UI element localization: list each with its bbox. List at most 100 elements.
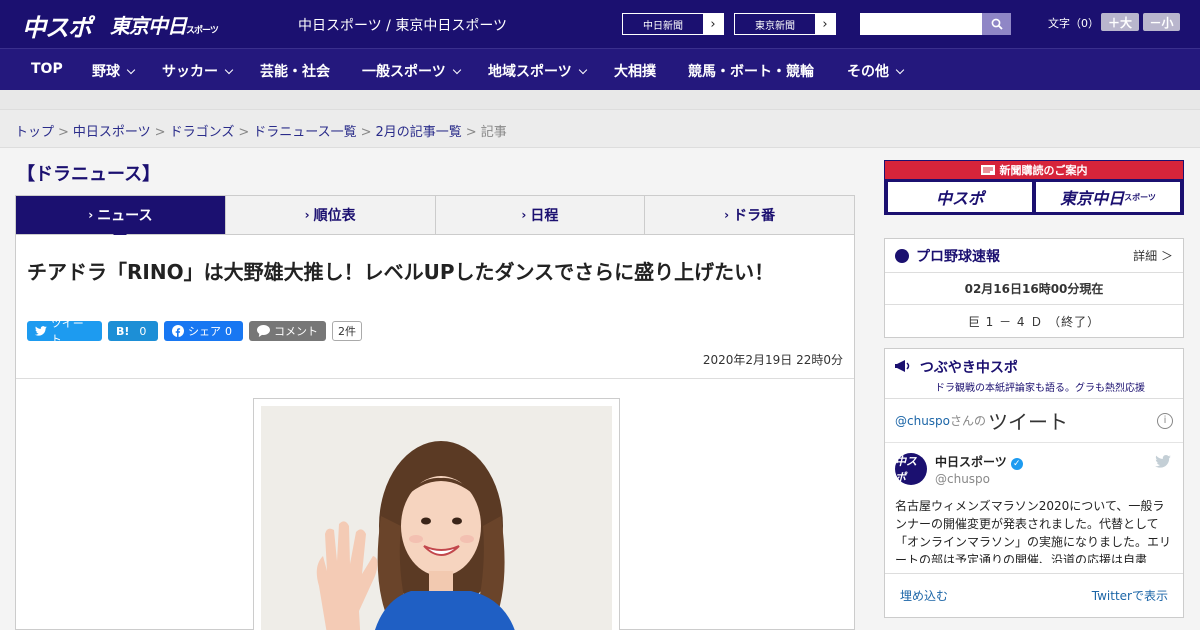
site-links[interactable]: 中日スポーツ / 東京中日スポーツ bbox=[298, 15, 507, 35]
tab-schedule[interactable]: › 日程 bbox=[436, 196, 646, 234]
nav-label: その他 bbox=[847, 64, 889, 80]
nav-item-soccer[interactable]: サッカー bbox=[162, 61, 234, 81]
chuspo-logo[interactable]: 中スポ bbox=[22, 8, 92, 43]
article-headline: チアドラ「RINO」は大野雄大推し！レベルUPしたダンスでさらに盛り上げたい！ bbox=[27, 260, 775, 284]
search-button[interactable] bbox=[982, 13, 1011, 35]
tokyo-chunichi-logo-small: スポーツ bbox=[186, 26, 219, 36]
nav-item-keiba[interactable]: 競馬・ボート・競輪 bbox=[688, 61, 814, 81]
subscription-title-text: 新聞購読のご案内 bbox=[999, 164, 1088, 177]
facebook-label: シェア bbox=[188, 325, 221, 338]
hatena-count: 0 bbox=[139, 324, 147, 338]
tokyo-chunichi-subscribe-button[interactable]: 東京中日 スポーツ bbox=[1036, 182, 1180, 212]
twitter-handle-link[interactable]: @chuspo bbox=[895, 414, 950, 428]
newspaper-icon bbox=[980, 165, 995, 175]
tab-label: 順位表 bbox=[313, 208, 356, 224]
nav-item-other[interactable]: その他 bbox=[847, 61, 905, 81]
tsubuyaki-header: つぶやき中スポ ドラ観戦の本紙評論家も語る。グラも熱烈応援 bbox=[885, 349, 1183, 399]
nav-item-baseball[interactable]: 野球 bbox=[92, 61, 136, 81]
hatena-bookmark-button[interactable]: B! 0 bbox=[108, 321, 158, 341]
subscription-options: 中スポ 東京中日 スポーツ bbox=[885, 179, 1183, 215]
handle-suffix: さんの bbox=[950, 414, 987, 428]
article-card: チアドラ「RINO」は大野雄大推し！レベルUPしたダンスでさらに盛り上げたい！ … bbox=[15, 235, 855, 630]
article-divider bbox=[16, 378, 854, 379]
tab-standings[interactable]: › 順位表 bbox=[226, 196, 436, 234]
breadcrumb-separator: > bbox=[58, 125, 69, 140]
speech-bubble-icon bbox=[257, 325, 270, 337]
tweet-text: 名古屋ウィメンズマラソン2020について、一般ランナーの開催変更が発表されました… bbox=[895, 499, 1172, 563]
chevron-down-icon bbox=[224, 65, 234, 75]
font-smaller-button[interactable]: －小 bbox=[1143, 13, 1180, 31]
chevron-down-icon bbox=[452, 65, 461, 75]
chuspo-subscribe-button[interactable]: 中スポ bbox=[888, 182, 1032, 212]
search-input[interactable] bbox=[860, 13, 982, 35]
tweet-author-name[interactable]: 中日スポーツ bbox=[935, 455, 1007, 469]
nav-item-general-sports[interactable]: 一般スポーツ bbox=[362, 61, 461, 81]
tokyo-shimbun-button[interactable]: 東京新聞 › bbox=[734, 13, 836, 35]
game-score[interactable]: 巨 1 － 4 Ｄ （終了） bbox=[885, 305, 1183, 338]
nav-label: 大相撲 bbox=[614, 64, 656, 80]
info-icon[interactable]: i bbox=[1157, 412, 1173, 429]
article-photo-frame[interactable] bbox=[253, 398, 620, 630]
comment-button[interactable]: コメント bbox=[249, 321, 326, 341]
chunichi-shimbun-label: 中日新聞 bbox=[643, 20, 683, 32]
comment-label: コメント bbox=[274, 325, 318, 338]
tab-news[interactable]: › ニュース bbox=[16, 196, 226, 241]
baseball-icon bbox=[895, 248, 909, 263]
tweet-author-id[interactable]: @chuspo bbox=[935, 472, 1023, 486]
avatar[interactable]: 中スポ bbox=[895, 453, 927, 485]
tokyo-chunichi-logo-text: 東京中日 bbox=[110, 14, 187, 38]
article-date: 2020年2月19日 22時0分 bbox=[702, 353, 843, 367]
breadcrumb-current: 記事 bbox=[480, 125, 507, 140]
breadcrumb-link[interactable]: ドラゴンズ bbox=[170, 125, 235, 140]
breadcrumb-link[interactable]: トップ bbox=[15, 125, 54, 140]
nav-label: 一般スポーツ bbox=[362, 64, 446, 80]
main-nav: TOP 野球 サッカー 芸能・社会 一般スポーツ 地域スポーツ 大相撲 競馬・ボ… bbox=[0, 48, 1200, 90]
comment-count-badge[interactable]: 2件 bbox=[332, 321, 362, 341]
view-on-twitter-link[interactable]: Twitterで表示 bbox=[1092, 587, 1168, 604]
chevron-right-icon: › bbox=[88, 208, 94, 222]
tab-label: 日程 bbox=[530, 208, 559, 224]
nav-item-entertainment[interactable]: 芸能・社会 bbox=[260, 61, 330, 81]
baseball-details-link[interactable]: 詳細 ＞ bbox=[1133, 247, 1173, 264]
tokyo-chunichi-subscribe-small: スポーツ bbox=[1124, 192, 1156, 202]
verified-badge-icon: ✓ bbox=[1010, 458, 1023, 470]
chevron-down-icon bbox=[126, 65, 136, 75]
tweet-author-name-row: 中日スポーツ ✓ bbox=[935, 453, 1023, 470]
breadcrumb-link[interactable]: 2月の記事一覧 bbox=[376, 125, 462, 140]
subscription-title: 新聞購読のご案内 bbox=[885, 161, 1183, 179]
tab-reporter[interactable]: › ドラ番 bbox=[645, 196, 854, 234]
baseball-widget-header: プロ野球速報 詳細 ＞ bbox=[885, 239, 1183, 273]
tokyo-shimbun-label: 東京新聞 bbox=[755, 20, 795, 32]
chevron-down-icon bbox=[578, 65, 587, 75]
chevron-right-icon: › bbox=[815, 14, 835, 34]
subscription-banner[interactable]: 新聞購読のご案内 中スポ 東京中日 スポーツ bbox=[884, 160, 1184, 215]
nav-item-sumo[interactable]: 大相撲 bbox=[614, 61, 656, 81]
top-header: 中スポ 東京中日スポーツ 中日スポーツ / 東京中日スポーツ 中日新聞 › 東京… bbox=[0, 0, 1200, 48]
tweet-widget-footer: 埋め込む Twitterで表示 bbox=[885, 573, 1183, 617]
breadcrumb-link[interactable]: ドラニュース一覧 bbox=[253, 125, 356, 140]
share-buttons: ツイート B! 0 シェア 0 コメント 2件 bbox=[27, 317, 362, 346]
facebook-share-button[interactable]: シェア 0 bbox=[164, 321, 243, 341]
baseball-widget-title: プロ野球速報 bbox=[916, 248, 1000, 265]
tokyo-chunichi-logo[interactable]: 東京中日スポーツ bbox=[110, 10, 219, 39]
facebook-icon bbox=[172, 325, 184, 337]
breadcrumb-separator: > bbox=[238, 125, 250, 140]
nav-item-local-sports[interactable]: 地域スポーツ bbox=[488, 61, 587, 81]
twitter-bird-icon[interactable] bbox=[1155, 455, 1171, 468]
chunichi-shimbun-button[interactable]: 中日新聞 › bbox=[622, 13, 724, 35]
font-larger-button[interactable]: ＋大 bbox=[1101, 13, 1139, 31]
embed-link[interactable]: 埋め込む bbox=[900, 587, 948, 604]
article-tabs: › ニュース › 順位表 › 日程 › ドラ番 bbox=[15, 195, 855, 241]
tweet-button[interactable]: ツイート bbox=[27, 317, 102, 346]
cheerleader-photo bbox=[261, 406, 612, 630]
nav-item-top[interactable]: TOP bbox=[31, 61, 63, 77]
breadcrumb-link[interactable]: 中日スポーツ bbox=[73, 125, 151, 140]
tweet-heading: ツイート bbox=[988, 410, 1069, 434]
tsubuyaki-title: つぶやき中スポ bbox=[919, 360, 1018, 376]
section-title: 【ドラニュース】 bbox=[17, 164, 161, 185]
score-timestamp: 02月16日16時00分現在 bbox=[885, 273, 1183, 305]
tweet-feed-header: @chuspo さんの ツイート i bbox=[885, 399, 1183, 443]
breadcrumb: トップ > 中日スポーツ > ドラゴンズ > ドラニュース一覧 >2月の記事一覧 > 記事 bbox=[0, 110, 1200, 148]
baseball-scoreboard-widget: プロ野球速報 詳細 ＞ 02月16日16時00分現在 巨 1 － 4 Ｄ （終了… bbox=[884, 238, 1184, 338]
chevron-right-icon: › bbox=[521, 208, 527, 222]
